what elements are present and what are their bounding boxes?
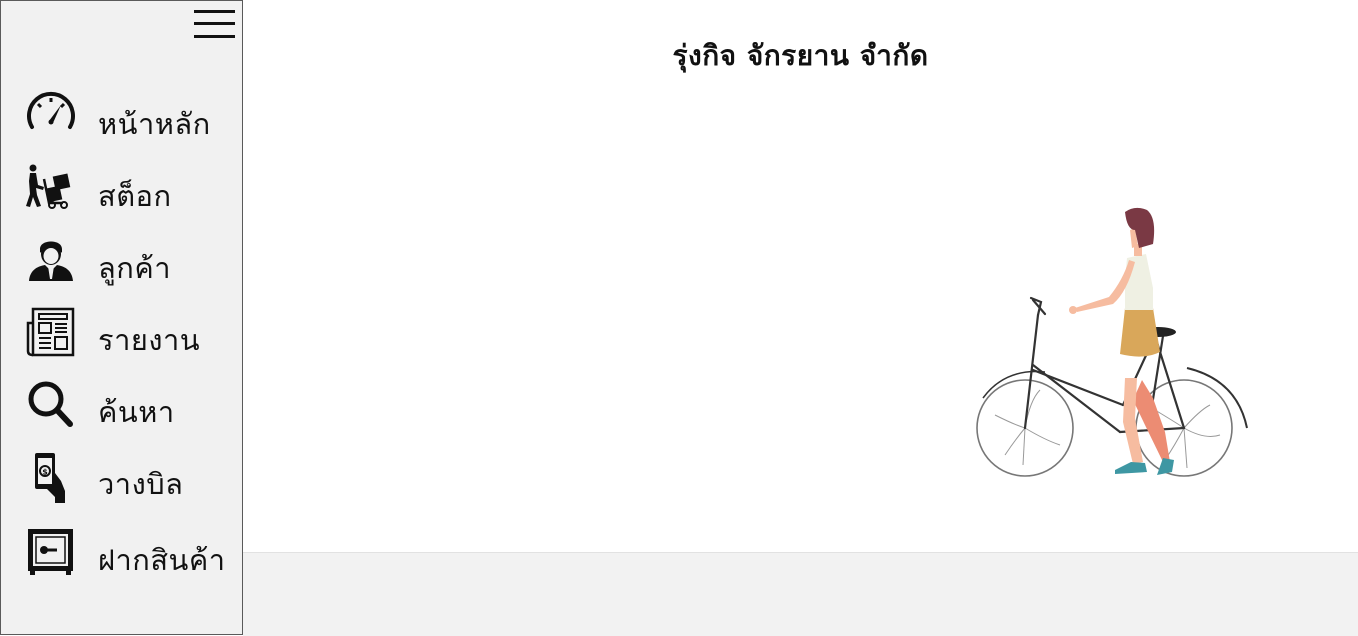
sidebar-item-label: ลูกค้า — [98, 251, 172, 285]
sidebar: หน้าหลัก สต็อก ลูกค้า รายงาน ค้นหา $ วาง… — [0, 0, 243, 635]
sidebar-item-stock[interactable]: สต็อก — [25, 163, 235, 219]
sidebar-item-reports[interactable]: รายงาน — [25, 307, 235, 363]
hand-truck-icon — [26, 164, 71, 209]
newspaper-icon — [26, 307, 75, 357]
sidebar-item-label: สต็อก — [98, 179, 172, 213]
safe-box-icon — [28, 529, 73, 575]
footer — [243, 552, 1358, 636]
hand-money-icon: $ — [35, 453, 65, 503]
customer-icon — [29, 241, 73, 281]
sidebar-item-customers[interactable]: ลูกค้า — [25, 235, 235, 291]
sidebar-item-deposit[interactable]: ฝากสินค้า — [25, 527, 235, 583]
sidebar-item-label: วางบิล — [98, 467, 184, 501]
main-content: รุ่งกิจ จักรยาน จำกัด — [243, 0, 1358, 552]
sidebar-item-home[interactable]: หน้าหลัก — [25, 91, 235, 147]
hamburger-menu-icon[interactable] — [193, 7, 237, 41]
sidebar-item-label: รายงาน — [98, 323, 201, 357]
sidebar-item-label: ค้นหา — [98, 395, 175, 429]
search-icon — [28, 381, 73, 427]
page-title: รุ่งกิจ จักรยาน จำกัด — [672, 39, 929, 72]
sidebar-item-label: ฝากสินค้า — [98, 543, 226, 577]
speedometer-icon — [27, 91, 75, 129]
sidebar-item-billing[interactable]: $ วางบิล — [25, 451, 235, 507]
sidebar-item-search[interactable]: ค้นหา — [25, 379, 235, 435]
svg-text:$: $ — [42, 468, 48, 477]
woman-with-bicycle-illustration — [976, 207, 1248, 477]
sidebar-item-label: หน้าหลัก — [98, 107, 211, 141]
